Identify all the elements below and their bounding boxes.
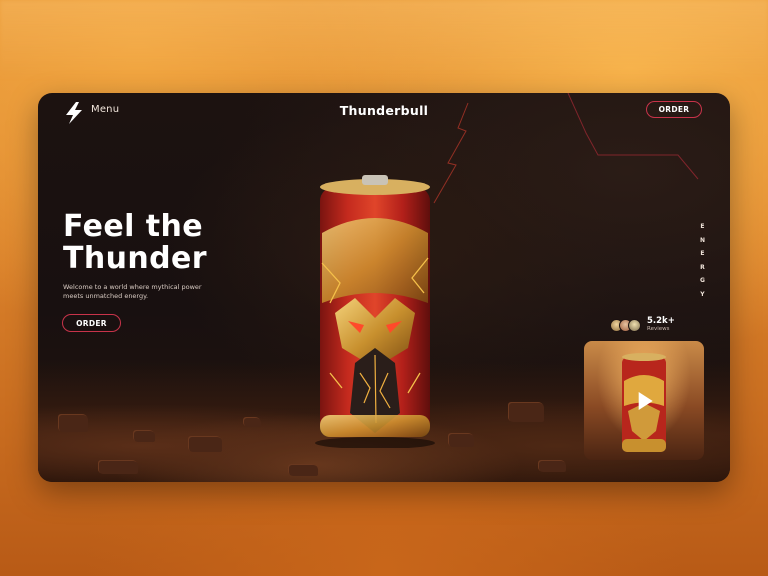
- hero-subtitle-line: meets unmatched energy.: [63, 292, 149, 300]
- vertical-letter: G: [700, 277, 705, 284]
- reviewer-avatars: [610, 318, 641, 332]
- rock: [508, 402, 544, 422]
- play-icon[interactable]: [638, 391, 653, 410]
- vertical-letter: Y: [700, 290, 705, 298]
- vertical-letter: R: [700, 263, 705, 271]
- background-glow: [0, 0, 768, 80]
- hero-title-line: Feel the: [63, 209, 203, 244]
- reviews-label: Reviews: [647, 326, 670, 332]
- brand-name: Thunderbull: [339, 103, 429, 118]
- rock: [188, 436, 222, 452]
- hero-subtitle-line: Welcome to a world where mythical power: [63, 283, 202, 291]
- rock: [98, 460, 138, 474]
- rock: [288, 464, 318, 476]
- hero-title: Feel the Thunder: [63, 211, 207, 275]
- order-button-hero[interactable]: ORDER: [62, 314, 121, 332]
- hero-title-line: Thunder: [63, 241, 207, 276]
- hero-subtitle: Welcome to a world where mythical power …: [63, 283, 223, 301]
- vertical-letter: E: [700, 223, 705, 230]
- energy-vertical-text: E N E R G Y: [700, 223, 705, 298]
- rock: [538, 460, 566, 472]
- rock: [58, 414, 88, 432]
- order-button-header[interactable]: ORDER: [646, 101, 702, 118]
- vertical-letter: N: [699, 236, 705, 244]
- video-thumbnail[interactable]: [584, 341, 704, 460]
- rock: [133, 430, 155, 442]
- reviews-summary: 5.2k+ Reviews: [610, 317, 675, 333]
- energy-can-image: [315, 175, 435, 448]
- rock: [243, 417, 261, 427]
- avatar: [628, 318, 641, 332]
- rock: [448, 433, 474, 447]
- vertical-letter: E: [700, 250, 705, 257]
- hero-card: Menu Thunderbull ORDER Feel the Thunder …: [38, 93, 730, 482]
- reviews-count: 5.2k+: [647, 316, 675, 326]
